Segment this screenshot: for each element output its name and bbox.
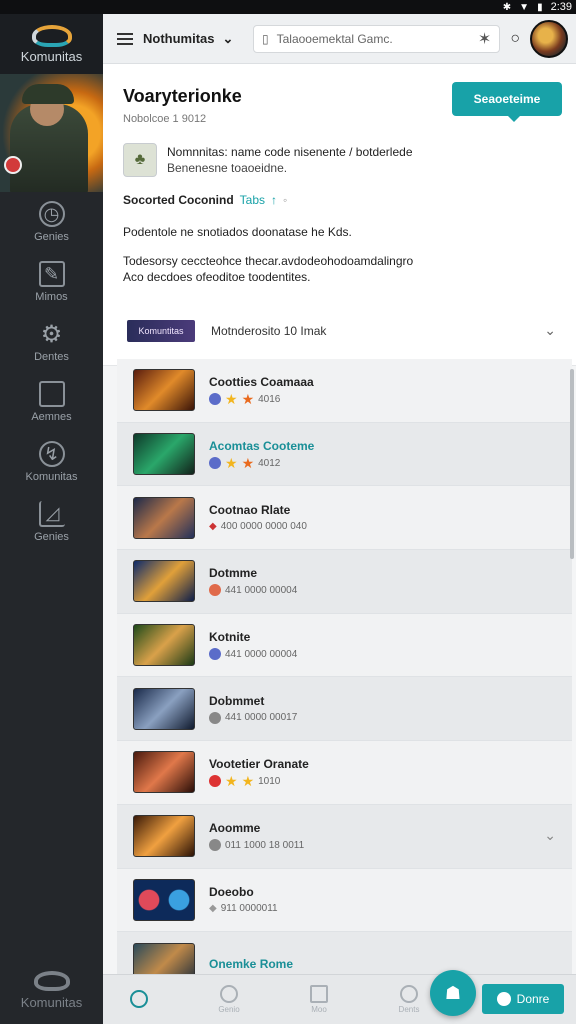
people-icon: ☗: [444, 982, 462, 1003]
info-icon[interactable]: ◦: [283, 193, 287, 207]
game-list: Cootties Coamaaa ★ ★ 4016 Acomtas Cooteme …: [117, 359, 572, 996]
star-icon: ★: [225, 455, 238, 472]
arrow-up-icon: ↑: [271, 193, 278, 207]
community-fab-button[interactable]: ☗: [430, 970, 476, 1016]
game-thumbnail: [133, 751, 195, 794]
list-item[interactable]: Acomtas Cooteme ★ ★ 4012: [117, 422, 572, 487]
list-item[interactable]: Kotnite 441 0000 00004: [117, 613, 572, 678]
scrollbar[interactable]: [570, 369, 574, 559]
profile-name: Nomnnitas: name code nisenente / botderl…: [167, 145, 413, 159]
home-icon: [130, 989, 148, 1008]
list-item[interactable]: Cootties Coamaaa ★ ★ 4016: [117, 359, 572, 423]
platform-icon: [209, 711, 221, 724]
pin-icon[interactable]: ✶: [478, 29, 491, 49]
game-thumbnail: [133, 878, 195, 921]
platform-icon: [209, 393, 221, 406]
wifi-icon: ▼: [519, 1, 530, 13]
nav-dents[interactable]: Dents: [389, 985, 429, 1014]
clock-time: 2:39: [550, 1, 572, 13]
logo-icon: [31, 24, 72, 47]
notification-badge: [4, 156, 22, 174]
rail-item-4[interactable]: Aemnes: [0, 372, 103, 432]
game-thumbnail: [133, 369, 195, 412]
workspace-selector[interactable]: Nothumitas ⌄: [143, 31, 243, 47]
filter-text: Motnderosito 10 Imak: [211, 323, 327, 338]
primary-action-button[interactable]: Seaoeteime: [452, 82, 562, 122]
battery-icon: ▮: [537, 1, 543, 13]
tag-icon: ◆: [209, 903, 217, 915]
game-thumbnail: [133, 815, 195, 858]
game-thumbnail: [133, 496, 195, 539]
star-icon: ★: [241, 455, 255, 472]
section-tab-link[interactable]: Tabs: [240, 193, 265, 207]
gear-icon: ⚙: [40, 320, 63, 348]
community-icon: ↯: [38, 441, 65, 467]
search-icon[interactable]: ○: [510, 30, 520, 48]
profile-card[interactable]: ♣ Nomnnitas: name code nisenente / botde…: [123, 143, 556, 177]
rail-item-1[interactable]: ◷ Genies: [0, 192, 103, 252]
chevron-down-icon: ⌄: [222, 30, 234, 46]
nav-home[interactable]: [119, 989, 159, 1010]
hero-avatar[interactable]: [0, 74, 103, 192]
page-header: Voaryterionke Nobolcoe 1 9012 Seaoeteime…: [103, 64, 576, 296]
footer-logo-icon: [33, 971, 70, 991]
description-text: Podentole ne snotiados doonatase he Kds.: [123, 225, 352, 239]
rail-item-3[interactable]: ⚙ Dentes: [0, 312, 103, 372]
rail-item-5[interactable]: ↯ Komunitas: [0, 432, 103, 492]
game-thumbnail: [133, 560, 195, 603]
heart-icon: [220, 985, 238, 1003]
rail-item-6[interactable]: ◿ Genies: [0, 492, 103, 552]
square-icon: [38, 381, 65, 407]
doc-icon: ▯: [262, 31, 269, 46]
list-item[interactable]: Doeobo ◆ 911 0000011: [117, 868, 572, 933]
star-icon: ★: [241, 391, 255, 408]
platform-icon: [209, 839, 221, 852]
menu-icon[interactable]: [117, 32, 133, 45]
profile-thumb-icon: ♣: [123, 143, 157, 177]
platform-icon: [209, 584, 221, 597]
nav-moo[interactable]: Moo: [299, 985, 339, 1014]
shield-icon: [496, 992, 511, 1006]
brand-name: Komunitas: [20, 48, 83, 64]
profile-description: Benenesne toaoeidne.: [167, 161, 288, 175]
page-icon: [310, 985, 328, 1003]
filter-row[interactable]: Komuntitas Motnderosito 10 Imak ⌄: [103, 296, 576, 366]
rail-footer: Komunitas: [0, 971, 103, 1010]
list-item[interactable]: Cootnao Rlate ◆ 400 0000 0000 040: [117, 486, 572, 551]
game-thumbnail: [133, 433, 195, 476]
clock-icon: ◷: [38, 201, 65, 227]
platform-icon: [209, 775, 221, 788]
status-bar: ✱ ▼ ▮ 2:39: [0, 0, 576, 14]
list-item[interactable]: Dobmmet 441 0000 00017: [117, 677, 572, 742]
bluetooth-icon: ✱: [502, 1, 512, 13]
top-bar: Nothumitas ⌄ ▯ Talaooemektal Gamc. ✶ ○: [103, 14, 576, 64]
list-item[interactable]: Dotmme 441 0000 00004: [117, 550, 572, 614]
edit-icon: ✎: [38, 261, 65, 287]
avatar[interactable]: [530, 19, 568, 58]
star-icon: ★: [225, 391, 238, 408]
search-input[interactable]: ▯ Talaooemektal Gamc. ✶: [253, 24, 501, 53]
game-thumbnail: [133, 624, 195, 667]
circle-icon: [400, 985, 418, 1003]
nav-genio[interactable]: Genio: [209, 985, 249, 1014]
list-item[interactable]: Vootetier Oranate ★ ★ 1010: [117, 741, 572, 805]
platform-icon: [209, 648, 221, 661]
chart-icon: ◿: [38, 501, 65, 527]
left-rail: Komunitas ◷ Genies ✎ Mimos ⚙ Dentes Aemn…: [0, 14, 103, 1024]
list-item[interactable]: Aoomme 011 1000 18 0011 ⌄: [117, 804, 572, 869]
rail-item-2[interactable]: ✎ Mimos: [0, 252, 103, 312]
done-button[interactable]: Donre: [482, 984, 564, 1014]
detail-text: Todesorsy ceccteohce thecar.avdodeohodoa…: [123, 254, 414, 284]
main-panel: Nothumitas ⌄ ▯ Talaooemektal Gamc. ✶ ○ V…: [103, 14, 576, 1024]
filter-pill[interactable]: Komuntitas: [127, 319, 195, 342]
chevron-down-icon[interactable]: ⌄: [544, 322, 556, 339]
section-heading: Socorted Coconind Tabs ↑ ◦: [123, 193, 288, 207]
chevron-down-icon[interactable]: ⌄: [544, 827, 556, 844]
star-icon: ★: [241, 773, 255, 790]
platform-icon: [209, 457, 221, 470]
star-icon: ★: [225, 773, 238, 790]
brand-logo[interactable]: Komunitas: [0, 14, 103, 74]
tag-icon: ◆: [209, 521, 217, 533]
game-thumbnail: [133, 687, 195, 730]
